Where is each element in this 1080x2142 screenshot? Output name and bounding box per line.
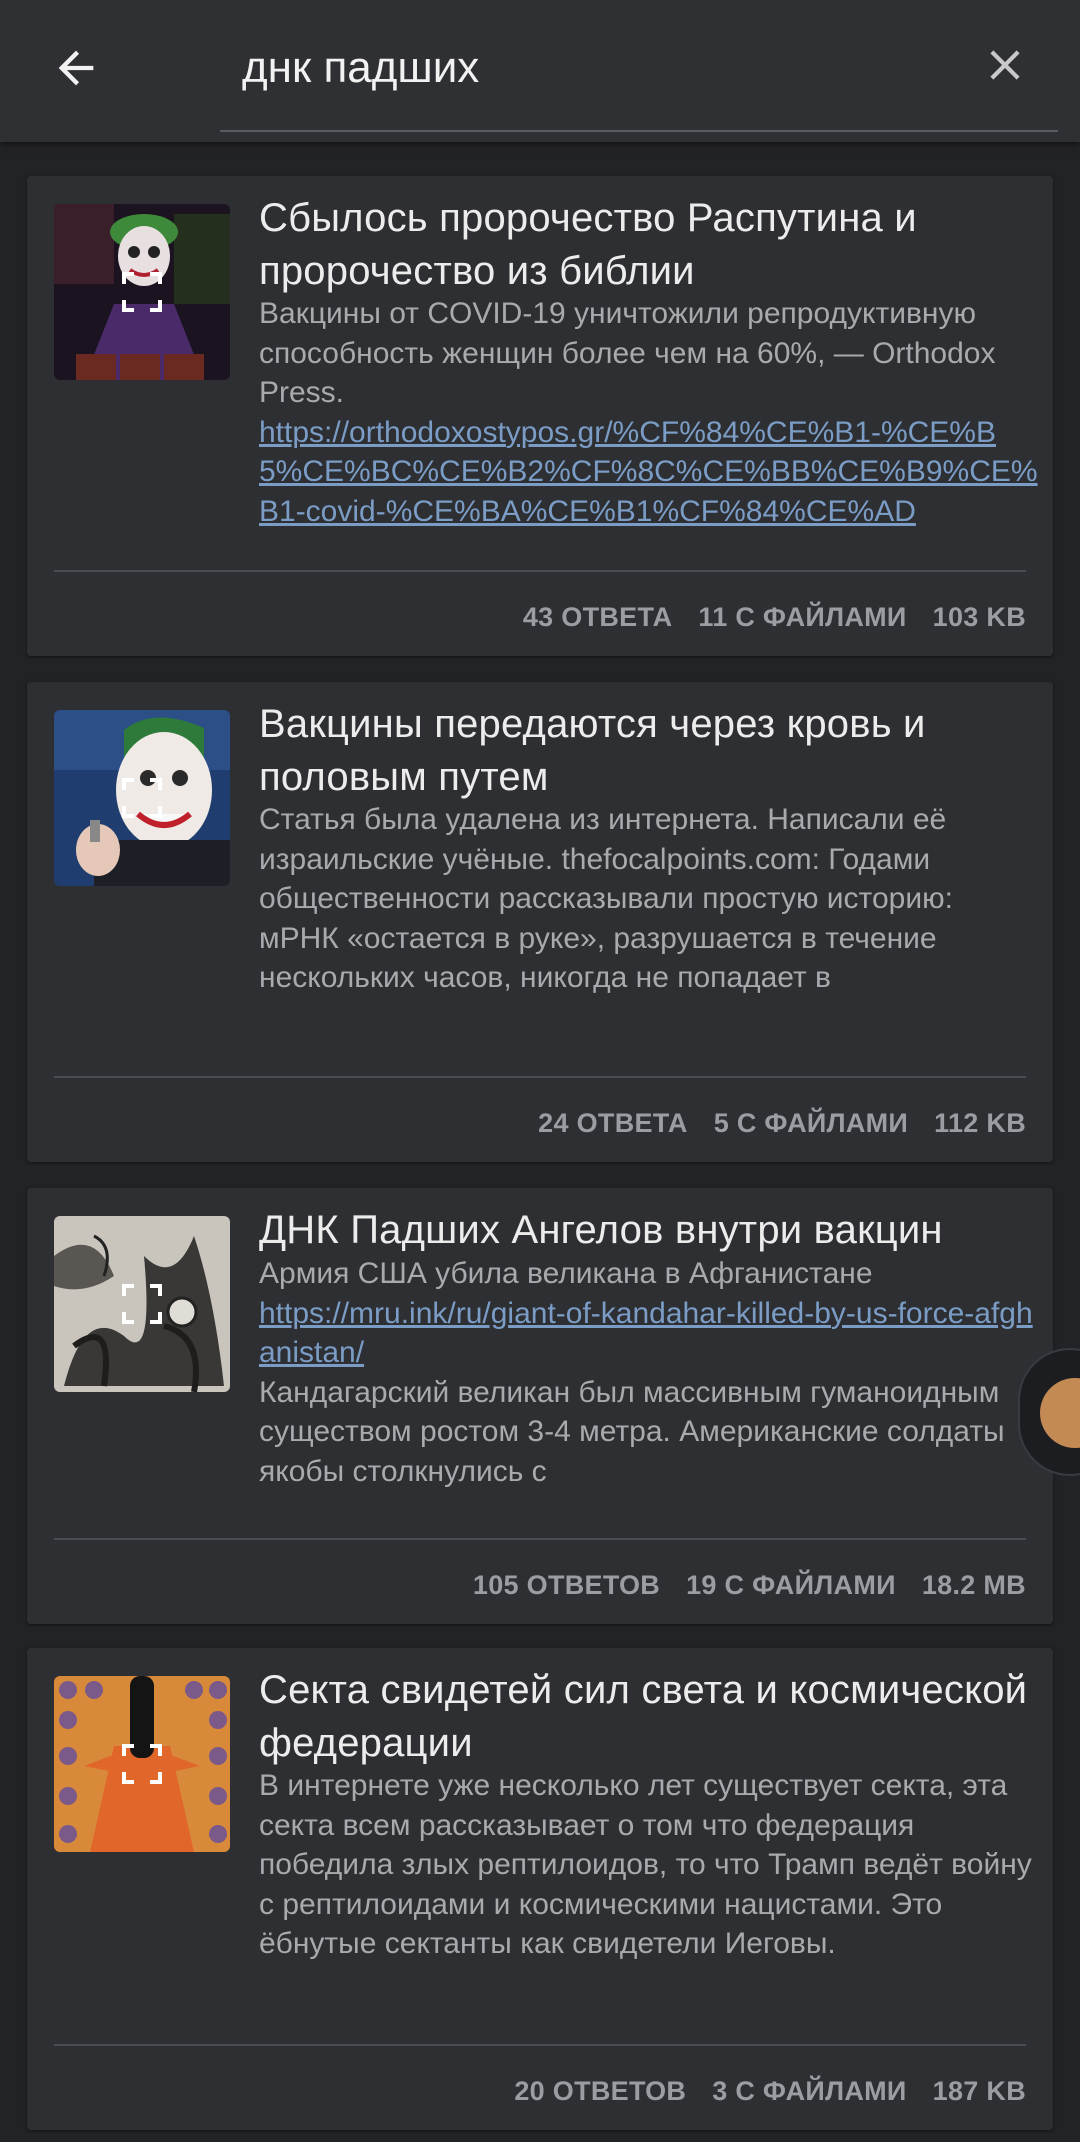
thread-card[interactable]: Вакцины передаются через кровь и половым… xyxy=(27,682,1053,1162)
files-count: 19 С ФАЙЛАМИ xyxy=(686,1570,896,1600)
thread-thumbnail[interactable] xyxy=(54,204,230,380)
card-divider xyxy=(54,1076,1026,1078)
preview-text: Армия США убила великана в Афганистане xyxy=(259,1257,873,1290)
thread-thumbnail[interactable] xyxy=(54,710,230,886)
thread-stats: 43 ОТВЕТА 11 С ФАЙЛАМИ 103 KB xyxy=(523,602,1026,642)
thread-size: 112 KB xyxy=(934,1108,1026,1138)
files-count: 3 С ФАЙЛАМИ xyxy=(712,2076,907,2106)
expand-icon[interactable] xyxy=(122,778,162,818)
thread-stats: 24 ОТВЕТА 5 С ФАЙЛАМИ 112 KB xyxy=(538,1108,1026,1148)
replies-count: 105 ОТВЕТОВ xyxy=(472,1570,661,1600)
preview-text-continued: Кандагарский великан был массивным гуман… xyxy=(259,1375,1005,1488)
thread-title: ДНК Падших Ангелов внутри вакцин xyxy=(259,1208,943,1252)
thread-preview: Вакцины от COVID-19 уничтожили репродукт… xyxy=(259,294,1039,534)
card-divider xyxy=(54,1538,1026,1540)
thread-card[interactable]: Сбылось пророчество Распутина и пророчес… xyxy=(27,176,1053,656)
thread-title: Секта свидетей сил света и космической ф… xyxy=(259,1668,1028,1765)
thread-preview: Армия США убила великана в Афганистане h… xyxy=(259,1254,1039,1494)
preview-text: Статья была удалена из интернета. Написа… xyxy=(259,803,953,994)
thread-thumbnail[interactable] xyxy=(54,1676,230,1852)
files-count: 5 С ФАЙЛАМИ xyxy=(713,1108,909,1138)
card-divider xyxy=(54,570,1026,572)
thread-size: 18.2 MB xyxy=(921,1570,1026,1600)
thread-preview: В интернете уже несколько лет существует… xyxy=(259,1766,1039,2006)
expand-icon[interactable] xyxy=(122,1744,162,1784)
clear-search-button[interactable] xyxy=(970,30,1040,100)
thread-preview: Статья была удалена из интернета. Написа… xyxy=(259,800,1039,1037)
close-icon xyxy=(990,50,1020,80)
thread-size: 103 KB xyxy=(932,602,1026,632)
thread-title: Вакцины передаются через кровь и половым… xyxy=(259,702,926,799)
expand-icon[interactable] xyxy=(122,1284,162,1324)
fab-icon xyxy=(1040,1378,1080,1448)
card-divider xyxy=(54,2044,1026,2046)
preview-text: В интернете уже несколько лет существует… xyxy=(259,1769,1032,1960)
thread-card[interactable]: Секта свидетей сил света и космической ф… xyxy=(27,1648,1053,2130)
search-underline xyxy=(220,130,1058,132)
search-input[interactable] xyxy=(220,28,960,108)
preview-link[interactable]: https://orthodoxostypos.gr/%CF%84%CE%B1-… xyxy=(259,416,1038,528)
thread-title: Сбылось пророчество Распутина и пророчес… xyxy=(259,196,917,293)
thread-stats: 20 ОТВЕТОВ 3 С ФАЙЛАМИ 187 KB xyxy=(514,2076,1026,2116)
files-count: 11 С ФАЙЛАМИ xyxy=(698,602,907,632)
preview-link[interactable]: https://mru.ink/ru/giant-of-kandahar-kil… xyxy=(259,1297,1033,1370)
top-app-bar xyxy=(0,0,1080,142)
replies-count: 24 ОТВЕТА xyxy=(538,1108,688,1138)
thread-card[interactable]: ДНК Падших Ангелов внутри вакцин Армия С… xyxy=(27,1188,1053,1624)
expand-icon[interactable] xyxy=(122,272,162,312)
thread-size: 187 KB xyxy=(932,2076,1026,2106)
thread-thumbnail[interactable] xyxy=(54,1216,230,1392)
back-button[interactable] xyxy=(40,36,112,100)
replies-count: 20 ОТВЕТОВ xyxy=(514,2076,687,2106)
arrow-left-icon xyxy=(58,50,94,86)
preview-text: Вакцины от COVID-19 уничтожили репродукт… xyxy=(259,297,996,409)
replies-count: 43 ОТВЕТА xyxy=(522,602,673,632)
thread-stats: 105 ОТВЕТОВ 19 С ФАЙЛАМИ 18.2 MB xyxy=(473,1570,1026,1610)
